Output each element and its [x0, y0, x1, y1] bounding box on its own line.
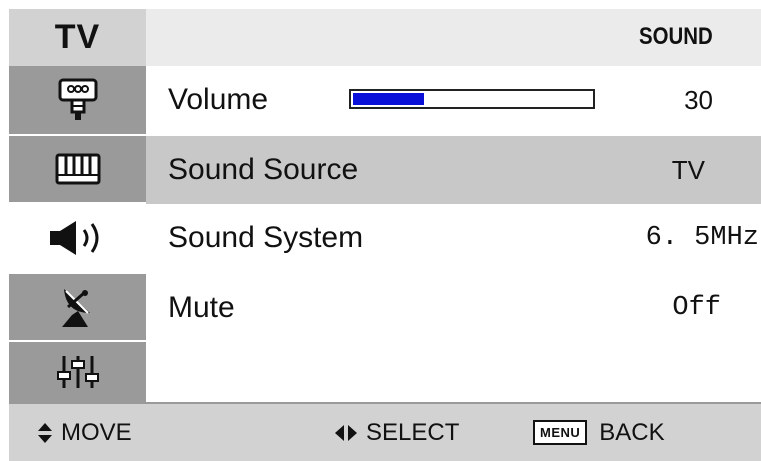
- menu-row-mute[interactable]: Mute Off: [146, 274, 761, 342]
- row-label: Sound System: [168, 221, 364, 254]
- row-label: Volume: [168, 83, 269, 116]
- sidebar-item-setup[interactable]: [9, 342, 146, 402]
- menu-key-icon: MENU: [533, 420, 588, 445]
- satellite-icon: [58, 285, 98, 329]
- hint-move: MOVE: [37, 404, 132, 461]
- sidebar-item-sound[interactable]: [9, 204, 146, 272]
- volume-value: 30: [684, 85, 713, 115]
- category-sidebar: TV: [9, 9, 146, 402]
- menu-title: TV: [9, 9, 146, 66]
- tv-connector-icon: [56, 77, 100, 123]
- sidebar-item-channel[interactable]: [9, 136, 146, 202]
- sound-system-value: 6. 5MHz: [645, 223, 759, 253]
- move-label: MOVE: [61, 418, 132, 446]
- menu-row-sound-system[interactable]: Sound System 6. 5MHz: [146, 204, 761, 272]
- sidebar-item-picture[interactable]: [9, 66, 146, 134]
- hint-select: SELECT: [334, 404, 459, 461]
- keyboard-icon: [54, 151, 102, 187]
- sound-source-value: TV: [671, 155, 705, 185]
- mute-value: Off: [672, 293, 721, 323]
- volume-slider[interactable]: [349, 89, 595, 109]
- menu-row-volume[interactable]: Volume 30: [146, 66, 761, 134]
- page-title: SOUND: [639, 23, 713, 50]
- row-label: Mute: [168, 291, 235, 324]
- row-label: Sound Source: [168, 153, 359, 186]
- select-label: SELECT: [366, 418, 460, 446]
- left-right-arrow-icon: [334, 424, 358, 442]
- footer-hints: MOVE SELECT MENU BACK: [9, 402, 761, 461]
- menu-header: SOUND: [146, 9, 761, 66]
- hint-back: MENU BACK: [533, 404, 665, 461]
- menu-row-sound-source[interactable]: Sound Source TV: [146, 136, 761, 204]
- sidebar-item-time[interactable]: [9, 274, 146, 340]
- speaker-icon: [46, 218, 110, 258]
- up-down-arrow-icon: [37, 422, 53, 444]
- volume-slider-fill: [353, 93, 424, 105]
- equalizer-icon: [56, 352, 100, 392]
- back-label: BACK: [599, 418, 665, 446]
- osd-menu: TV SOUND Volume 30 Sound Source TV Sound…: [9, 9, 761, 461]
